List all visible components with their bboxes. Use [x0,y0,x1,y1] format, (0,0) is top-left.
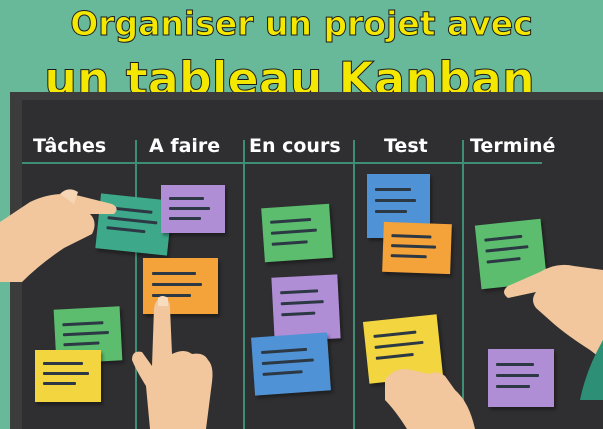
sticky-note-purple[interactable] [271,274,341,342]
sticky-note-purple[interactable] [161,185,225,233]
pointing-hand-icon [132,296,213,429]
header-divider [22,162,542,164]
sticky-note-blue[interactable] [251,332,331,396]
title-line-1: Organiser un projet avec [70,4,534,44]
left-hand-icon [0,189,117,282]
sticky-note-yellow[interactable] [35,350,101,402]
column-header-termine: Terminé [470,135,556,157]
bottom-hand-icon [385,369,475,429]
sticky-note-orange[interactable] [382,221,452,275]
column-header-a-faire: A faire [149,135,221,157]
column-divider [243,140,245,429]
column-header-test: Test [384,135,428,157]
column-header-taches: Tâches [33,135,107,157]
right-hand-icon [504,264,603,400]
column-header-en-cours: En cours [249,135,341,157]
sticky-note-green[interactable] [261,203,333,263]
column-divider [353,140,355,429]
